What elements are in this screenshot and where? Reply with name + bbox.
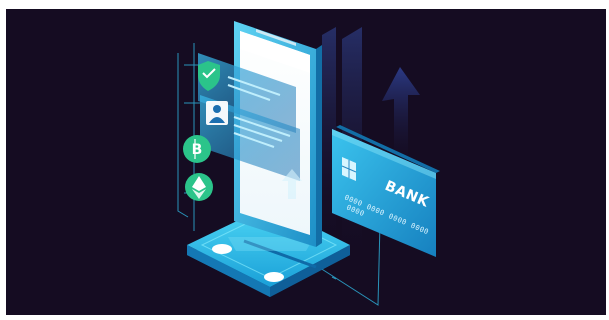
bitcoin-icon: B (183, 135, 211, 163)
ethereum-icon (185, 173, 213, 201)
user-icon (206, 101, 228, 125)
base-dot (212, 244, 232, 254)
base-dot (264, 272, 284, 282)
fintech-illustration: B BANK 0000 0000 0000 0000 0000 (177, 21, 440, 306)
svg-text:B: B (192, 142, 203, 158)
illustration-scene: B BANK 0000 0000 0000 0000 0000 (6, 9, 606, 315)
